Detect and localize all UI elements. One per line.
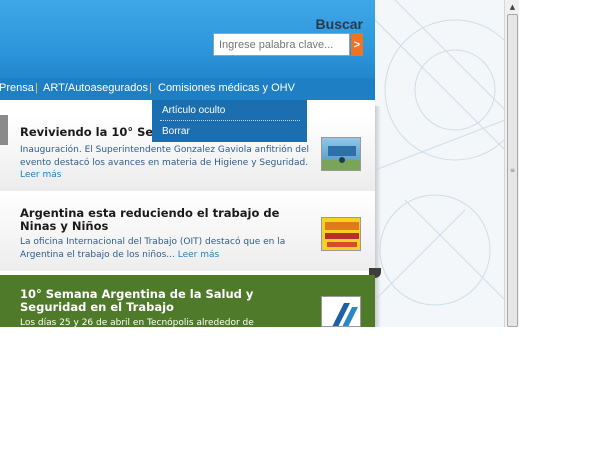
grip-icon: ≡: [510, 167, 516, 174]
scroll-thumb[interactable]: ≡: [507, 14, 518, 327]
news-item-featured: 10° Semana Argentina de la Salud y Segur…: [0, 275, 375, 327]
news-summary: La oficina Internacional del Trabajo (OI…: [20, 237, 286, 260]
background-pattern: [375, 0, 505, 306]
main-navigation: Prensa | ART/Autoasegurados | Comisiones…: [0, 78, 375, 100]
active-marker: [0, 115, 8, 145]
news-thumbnail[interactable]: [321, 296, 361, 327]
dropdown-item-articulo-oculto[interactable]: Artículo oculto: [162, 105, 225, 116]
nav-item-comisiones-medicas[interactable]: Comisiones médicas y OHV: [158, 82, 295, 94]
nav-item-art-autoasegurados[interactable]: ART/Autoasegurados: [43, 82, 148, 94]
nav-dropdown-menu: Artículo oculto Borrar: [152, 100, 307, 142]
nav-separator: |: [35, 82, 38, 94]
nav-item-prensa[interactable]: Prensa: [0, 82, 34, 94]
news-title[interactable]: 10° Semana Argentina de la Salud y Segur…: [20, 288, 310, 314]
site-header: Buscar >: [0, 0, 375, 78]
search-label: Buscar: [315, 16, 363, 32]
dropdown-divider: [160, 120, 300, 121]
search-button[interactable]: >: [351, 33, 363, 56]
news-summary: Inauguración. El Superintendente Gonzale…: [20, 145, 310, 180]
dropdown-item-borrar[interactable]: Borrar: [162, 126, 190, 137]
news-title[interactable]: Argentina esta reduciendo el trabajo de …: [20, 207, 310, 233]
panel-shadow: [375, 106, 381, 327]
news-item: Argentina esta reduciendo el trabajo de …: [0, 193, 375, 271]
scroll-up-arrow-icon[interactable]: ▲: [505, 0, 519, 14]
nav-separator: |: [149, 82, 152, 94]
browser-viewport: Buscar > Prensa | ART/Autoasegurados | C…: [0, 0, 519, 327]
news-summary: Los días 25 y 26 de abril en Tecnópolis …: [20, 318, 254, 327]
news-thumbnail[interactable]: [321, 137, 361, 171]
read-more-link[interactable]: Leer más: [20, 170, 61, 180]
search-input[interactable]: [213, 33, 350, 56]
vertical-scrollbar[interactable]: ▲ ≡: [504, 0, 519, 327]
read-more-link[interactable]: Leer más: [178, 250, 219, 260]
news-thumbnail[interactable]: [321, 217, 361, 251]
